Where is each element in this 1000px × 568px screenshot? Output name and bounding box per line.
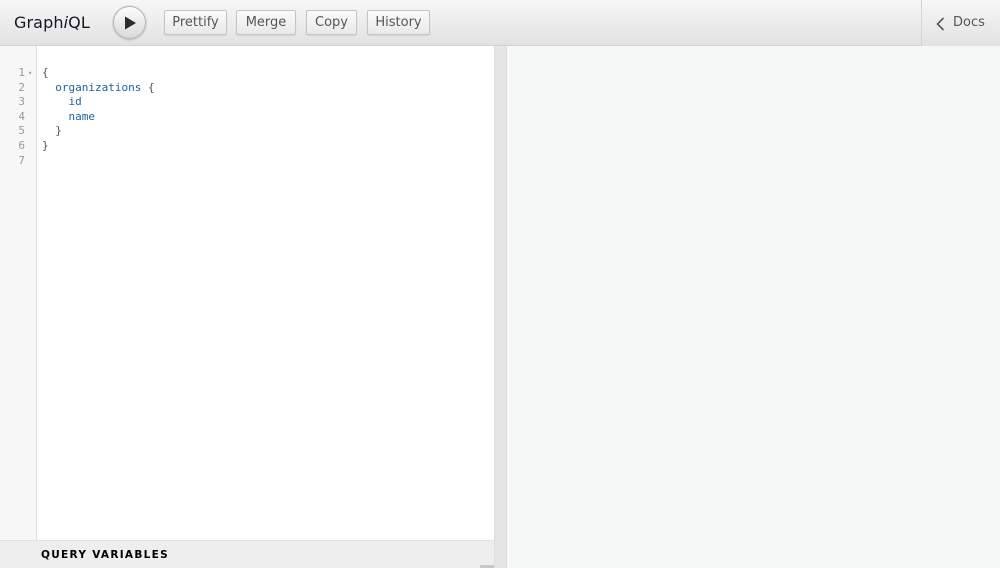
- line-number: 6: [18, 138, 25, 152]
- line-text: {: [42, 66, 49, 81]
- fold-arrow-icon[interactable]: ▾: [28, 66, 32, 81]
- field-token: organizations: [55, 80, 142, 94]
- punctuation-token: {: [42, 66, 49, 79]
- field-token: id: [68, 95, 82, 109]
- line-text: }: [42, 124, 62, 139]
- result-window: [507, 46, 1000, 568]
- prettify-button[interactable]: Prettify: [164, 10, 227, 35]
- field-token: name: [68, 109, 96, 123]
- punctuation-token: {: [141, 80, 155, 94]
- punctuation-token: }: [42, 138, 49, 152]
- punctuation-token: }: [55, 124, 62, 138]
- line-text: organizations {: [42, 80, 155, 96]
- chevron-left-icon: [936, 17, 945, 31]
- play-icon: [125, 16, 136, 30]
- line-text: }: [42, 139, 49, 154]
- copy-button[interactable]: Copy: [306, 10, 357, 35]
- editor-drag-bar[interactable]: [494, 46, 507, 568]
- line-number: 4: [18, 109, 25, 123]
- docs-toggle-button[interactable]: Docs: [921, 0, 1000, 46]
- query-variables-label: QUERY VARIABLES: [41, 549, 169, 561]
- merge-button[interactable]: Merge: [236, 10, 296, 35]
- graphiql-app: GraphiQL Prettify Merge Copy History Doc…: [0, 0, 1000, 568]
- docs-label: Docs: [953, 15, 985, 30]
- history-button[interactable]: History: [367, 10, 430, 35]
- line-number: 3: [18, 95, 25, 109]
- line-number: 5: [18, 124, 25, 138]
- query-editor[interactable]: 1 ▾{2 organizations {3 id 4 name 5 } 6} 7: [0, 46, 494, 540]
- line-text: name: [42, 109, 96, 125]
- line-number: 7: [18, 153, 25, 167]
- line-text: id: [42, 95, 82, 110]
- top-bar: GraphiQL Prettify Merge Copy History Doc…: [0, 0, 1000, 46]
- title-suffix: QL: [68, 13, 90, 32]
- title-prefix: Graph: [14, 13, 64, 32]
- app-title: GraphiQL: [14, 13, 90, 32]
- line-number: 2: [18, 80, 25, 94]
- line-number: 1: [18, 66, 25, 79]
- execute-query-button[interactable]: [113, 6, 146, 39]
- query-variables-toggle[interactable]: QUERY VARIABLES: [0, 540, 494, 568]
